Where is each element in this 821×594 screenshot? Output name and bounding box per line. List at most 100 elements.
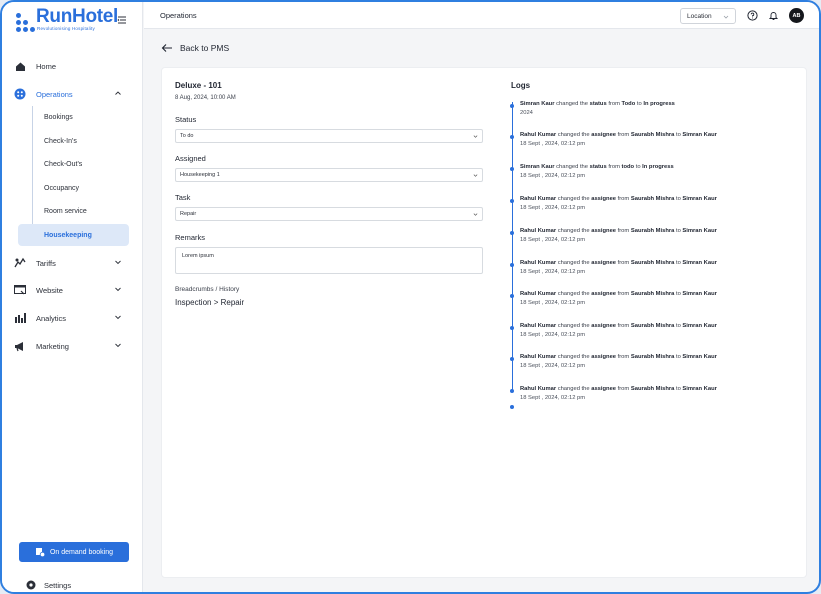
log-from: Saurabh Mishra: [630, 196, 675, 202]
room-title: Deluxe - 101: [175, 81, 222, 90]
breadcrumbs-label: Breadcrumbs / History: [175, 286, 240, 293]
subitem-label: Check-Out's: [44, 160, 83, 168]
log-text2: from: [616, 228, 631, 234]
sidebar-item-home[interactable]: Home: [14, 56, 132, 76]
logo-icon: [14, 12, 35, 32]
tariffs-icon: [14, 257, 26, 269]
back-to-pms-link[interactable]: Back to PMS: [161, 43, 229, 53]
sidebar-item-tariffs[interactable]: Tariffs: [14, 253, 132, 273]
operations-icon: [14, 88, 26, 100]
log-entry: Rahul Kumar changed the assignee from Sa…: [520, 260, 800, 275]
log-field: status: [589, 164, 607, 170]
sidebar-item-label: Marketing: [36, 341, 69, 351]
subitem-label: Check-In's: [44, 137, 77, 145]
sidebar-item-website[interactable]: Website: [14, 280, 132, 300]
log-user: Rahul Kumar: [520, 196, 557, 202]
menu-collapse-icon[interactable]: [117, 15, 127, 25]
sidebar-subitem-check-ins[interactable]: Check-In's: [32, 130, 129, 152]
task-select[interactable]: Repair: [175, 207, 483, 221]
sidebar: RunHotel Revolutionising Hospitality Hom…: [2, 2, 143, 592]
sidebar-item-marketing[interactable]: Marketing: [14, 336, 132, 356]
log-field: assignee: [591, 291, 617, 297]
log-timestamp: 18 Sept , 2024, 02:12 pm: [520, 363, 586, 369]
log-message: Simran Kaur changed the status from Todo…: [520, 101, 800, 107]
log-to: Simran Kaur: [682, 196, 717, 202]
sidebar-item-label: Analytics: [36, 313, 67, 323]
log-entry: Rahul Kumar changed the assignee from Sa…: [520, 354, 800, 369]
log-timestamp: 18 Sept , 2024, 02:12 pm: [520, 205, 586, 211]
log-text2: from: [616, 354, 631, 360]
log-text2: from: [606, 164, 622, 170]
log-text1: changed the: [554, 164, 590, 170]
log-to: Simran Kaur: [682, 354, 717, 360]
log-text2: from: [616, 386, 631, 392]
log-user: Rahul Kumar: [520, 354, 557, 360]
log-user: Simran Kaur: [520, 101, 555, 107]
location-label: Location: [687, 12, 712, 20]
log-text1: changed the: [556, 354, 592, 360]
log-to: Simran Kaur: [682, 260, 717, 266]
timeline-dot: [510, 405, 514, 409]
log-message: Rahul Kumar changed the assignee from Sa…: [520, 196, 800, 202]
settings-link[interactable]: Settings: [26, 578, 71, 592]
log-timestamp: 18 Sept , 2024, 02:12 pm: [520, 395, 586, 401]
log-entry: Rahul Kumar changed the assignee from Sa…: [520, 323, 800, 338]
brand-tagline: Revolutionising Hospitality: [37, 26, 95, 31]
sidebar-item-analytics[interactable]: Analytics: [14, 308, 132, 328]
on-demand-booking-button[interactable]: On demand booking: [19, 542, 129, 562]
timeline-dot: [510, 357, 514, 361]
bell-icon[interactable]: [768, 10, 779, 21]
sidebar-subitem-check-outs[interactable]: Check-Out's: [32, 153, 129, 175]
log-timestamp: 18 Sept , 2024, 02:12 pm: [520, 173, 586, 179]
chevron-down-icon: [723, 15, 729, 19]
timeline-dot: [510, 294, 514, 298]
timeline-dot: [510, 135, 514, 139]
log-to: In progress: [642, 164, 674, 170]
settings-label: Settings: [44, 580, 72, 590]
sidebar-subitem-room-service[interactable]: Room service: [32, 200, 129, 222]
log-entry: Rahul Kumar changed the assignee from Sa…: [520, 132, 800, 147]
sidebar-subitem-occupancy[interactable]: Occupancy: [32, 177, 129, 199]
chevron-down-icon: [115, 287, 121, 292]
on-demand-booking-label: On demand booking: [49, 548, 114, 556]
log-to: Simran Kaur: [682, 228, 717, 234]
log-text2: from: [616, 323, 631, 329]
timeline-dot: [510, 326, 514, 330]
subitem-label: Bookings: [44, 113, 73, 121]
chevron-down-icon: [115, 343, 121, 348]
sidebar-subitem-housekeeping[interactable]: Housekeeping: [18, 224, 129, 246]
avatar[interactable]: AB: [789, 8, 804, 23]
location-select[interactable]: Location: [680, 8, 736, 24]
app-window: RunHotel Revolutionising Hospitality Hom…: [0, 0, 821, 594]
assigned-select[interactable]: Housekeeping 1: [175, 168, 483, 182]
sidebar-item-operations[interactable]: Operations: [14, 84, 132, 104]
chevron-up-icon: [115, 91, 121, 95]
arrow-left-icon: [161, 44, 172, 52]
sidebar-subitem-bookings[interactable]: Bookings: [32, 106, 129, 128]
timeline-dot: [510, 199, 514, 203]
log-to: Simran Kaur: [682, 386, 717, 392]
sidebar-item-label: Website: [36, 285, 63, 295]
status-select[interactable]: To do: [175, 129, 483, 143]
log-entry: Rahul Kumar changed the assignee from Sa…: [520, 291, 800, 306]
log-user: Rahul Kumar: [520, 228, 557, 234]
remarks-value: Lorem ipsum: [182, 253, 214, 259]
log-text2: from: [616, 260, 631, 266]
log-message: Rahul Kumar changed the assignee from Sa…: [520, 291, 800, 297]
log-text1: changed the: [556, 386, 592, 392]
log-from: Saurabh Mishra: [630, 260, 675, 266]
log-timestamp: 18 Sept , 2024, 02:12 pm: [520, 141, 586, 147]
remarks-textarea[interactable]: Lorem ipsum: [175, 247, 483, 274]
log-message: Rahul Kumar changed the assignee from Sa…: [520, 228, 800, 234]
help-icon[interactable]: [747, 10, 758, 21]
chevron-down-icon: [473, 174, 478, 177]
logs-timeline-line: [512, 102, 513, 392]
log-field: assignee: [591, 196, 617, 202]
log-from: todo: [621, 164, 635, 170]
log-timestamp: 2024: [520, 110, 533, 116]
log-text1: changed the: [556, 196, 592, 202]
subitem-label: Housekeeping: [44, 231, 92, 239]
log-text1: changed the: [554, 101, 590, 107]
remarks-label: Remarks: [175, 233, 206, 242]
marketing-icon: [14, 340, 26, 352]
